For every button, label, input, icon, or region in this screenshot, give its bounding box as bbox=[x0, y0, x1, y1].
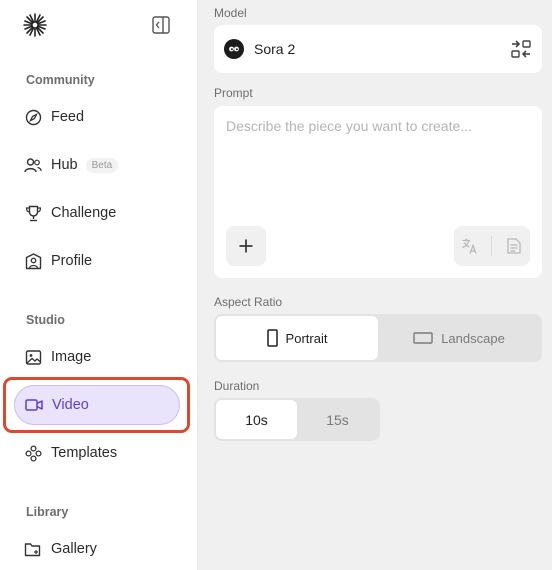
landscape-icon bbox=[413, 332, 433, 344]
sidebar-item-challenge[interactable]: Challenge bbox=[14, 193, 180, 233]
sidebar-item-label: Image bbox=[51, 349, 92, 365]
video-icon bbox=[25, 396, 43, 414]
prompt-tools bbox=[454, 226, 530, 266]
sidebar-item-label: Templates bbox=[51, 445, 118, 461]
sidebar-item-video[interactable]: Video bbox=[14, 385, 180, 425]
sidebar-item-image[interactable]: Image bbox=[14, 337, 180, 377]
duration-selector: 10s 15s bbox=[214, 398, 380, 441]
section-label-studio: Studio bbox=[26, 313, 65, 327]
people-icon bbox=[24, 156, 42, 174]
section-label-community: Community bbox=[26, 73, 95, 87]
trophy-icon bbox=[24, 204, 42, 222]
aspect-option-label: Portrait bbox=[285, 330, 328, 346]
prompt-input[interactable] bbox=[214, 106, 542, 216]
sidebar-item-templates[interactable]: Templates bbox=[14, 433, 180, 473]
model-selector[interactable]: Sora 2 bbox=[214, 25, 542, 73]
sidebar-item-gallery[interactable]: Gallery bbox=[14, 529, 180, 569]
compass-icon bbox=[24, 108, 42, 126]
aspect-option-landscape[interactable]: Landscape bbox=[378, 316, 540, 360]
sidebar-item-label: Gallery bbox=[51, 541, 97, 557]
sidebar-item-feed[interactable]: Feed bbox=[14, 97, 180, 137]
folder-icon bbox=[24, 540, 42, 558]
aspect-ratio-label: Aspect Ratio bbox=[214, 295, 283, 309]
aspect-ratio-selector: Portrait Landscape bbox=[214, 314, 542, 362]
logo-icon[interactable] bbox=[21, 12, 49, 38]
sidebar-item-hub[interactable]: Hub Beta bbox=[14, 145, 180, 185]
translate-icon[interactable] bbox=[460, 236, 480, 256]
add-attachment-button[interactable] bbox=[226, 226, 266, 266]
document-icon[interactable] bbox=[504, 236, 524, 256]
sora-logo-icon bbox=[224, 39, 244, 59]
sidebar-collapse-icon bbox=[152, 16, 170, 34]
duration-label: Duration bbox=[214, 379, 260, 393]
sidebar: Community Feed Hub Beta Challenge Profil… bbox=[0, 0, 198, 570]
prompt-card bbox=[214, 106, 542, 278]
tool-divider bbox=[491, 236, 493, 256]
prompt-label: Prompt bbox=[214, 86, 253, 100]
sidebar-item-label: Hub bbox=[51, 157, 78, 173]
section-label-library: Library bbox=[26, 505, 69, 519]
duration-option-10s[interactable]: 10s bbox=[216, 400, 297, 439]
aspect-option-portrait[interactable]: Portrait bbox=[216, 316, 378, 360]
image-icon bbox=[24, 348, 42, 366]
model-name: Sora 2 bbox=[254, 41, 296, 57]
model-label: Model bbox=[214, 6, 247, 20]
sidebar-item-label: Challenge bbox=[51, 205, 117, 221]
templates-icon bbox=[24, 444, 42, 462]
aspect-option-label: Landscape bbox=[441, 330, 505, 346]
profile-icon bbox=[24, 252, 42, 270]
beta-badge: Beta bbox=[85, 157, 119, 173]
collapse-sidebar-button[interactable] bbox=[150, 14, 172, 36]
sidebar-item-profile[interactable]: Profile bbox=[14, 241, 180, 281]
duration-option-15s[interactable]: 15s bbox=[297, 400, 378, 439]
sidebar-item-label: Profile bbox=[51, 253, 93, 269]
swap-model-icon[interactable] bbox=[510, 39, 532, 59]
sidebar-item-label: Feed bbox=[51, 109, 85, 125]
sidebar-item-label: Video bbox=[52, 397, 89, 413]
plus-icon bbox=[239, 239, 253, 253]
portrait-icon bbox=[266, 329, 278, 347]
